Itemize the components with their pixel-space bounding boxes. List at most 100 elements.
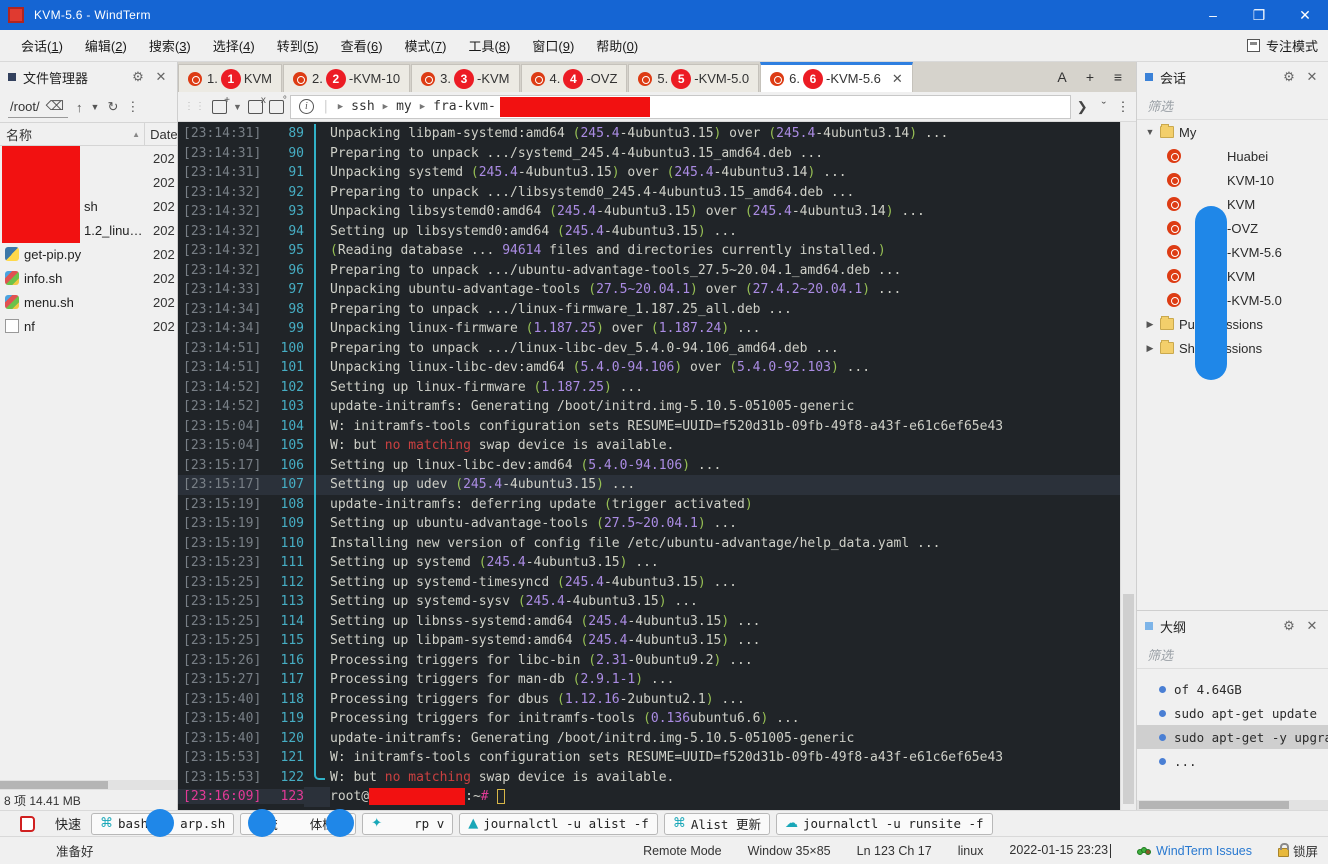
file-name: nf [0,314,148,338]
block-guide [304,300,330,320]
file-row[interactable]: nf202 [0,314,177,338]
outline-filter-input[interactable]: 筛选 [1137,641,1328,669]
tab-4[interactable]: 4.4-OVZ [521,64,628,92]
tab-1[interactable]: 1.1KVM [178,64,282,92]
close-tab-icon[interactable] [248,100,263,114]
redaction-block-red [500,97,650,117]
send-icon[interactable]: ❯ [1077,99,1088,115]
focus-mode-toggle[interactable]: 专注模式 [1247,36,1318,55]
menu-item-3[interactable]: 搜索(3) [138,36,202,55]
menu-item-2[interactable]: 编辑(2) [74,36,138,55]
maximize-button[interactable]: ❐ [1236,0,1282,30]
book-icon[interactable] [20,816,35,832]
file-row[interactable]: info.sh202 [0,266,177,290]
minimize-button[interactable]: – [1190,0,1236,30]
new-tab-icon[interactable] [212,100,227,114]
tab-5[interactable]: 5.5-KVM-5.0 [628,64,759,92]
quick-button-3[interactable]: ✦rp v [362,813,453,835]
menu-item-0[interactable]: 帮助(0) [585,36,649,55]
bug-icon [1137,846,1151,856]
gear-icon[interactable]: ⚙ [1281,618,1297,634]
expand-icon[interactable]: ˇ [1102,99,1106,114]
session-item[interactable]: -OVZ [1137,216,1328,240]
panel-close-icon[interactable]: ✕ [1304,618,1320,634]
status-item: Window 35×85 [748,844,831,858]
menu-item-1[interactable]: 会话(1) [10,36,74,55]
file-row[interactable]: get-pip.py202 [0,242,177,266]
chevron-down-icon[interactable]: ▼ [1145,127,1155,137]
chevron-right-icon[interactable]: ▶ [1145,343,1155,354]
session-item[interactable]: KVM-10 [1137,168,1328,192]
chevron-down-icon[interactable]: ▼ [91,102,100,112]
outline-hscrollbar[interactable] [1137,800,1328,810]
sessions-filter-input[interactable]: 筛选 [1137,92,1328,120]
menu-item-9[interactable]: 窗口(9) [521,36,585,55]
outline-item[interactable]: of 4.64GB [1137,677,1328,701]
outline-item[interactable]: sudo apt-get update [1137,701,1328,725]
refresh-icon[interactable]: ↻ [107,99,118,115]
menu-item-6[interactable]: 查看(6) [330,36,394,55]
session-item[interactable]: KVM [1137,264,1328,288]
tab-close-icon[interactable]: ✕ [892,71,903,87]
new-tab-button[interactable]: + [1078,69,1102,85]
duplicate-tab-icon[interactable] [269,100,284,114]
quick-button-5[interactable]: ⌘Alist 更新 [664,813,770,835]
tab-3[interactable]: 3.3-KVM [411,64,519,92]
breadcrumb-my[interactable]: my [396,99,412,114]
line-timestamp: [23:14:51] [178,341,264,356]
session-folder-my[interactable]: ▼My [1137,120,1328,144]
session-item[interactable]: -KVM-5.0 [1137,288,1328,312]
line-timestamp: [23:14:32] [178,204,264,219]
line-timestamp: [23:16:09] [178,789,264,804]
line-text: W: initramfs-tools configuration sets RE… [330,750,1003,765]
terminal-output[interactable]: [23:14:31]89Unpacking libpam-systemd:amd… [178,122,1120,810]
menu-item-8[interactable]: 工具(8) [457,36,521,55]
outline-item[interactable]: sudo apt-get -y upgrad [1137,725,1328,749]
info-icon[interactable]: i [299,99,314,114]
panel-close-icon[interactable]: ✕ [153,69,169,85]
status-item: Remote Mode [643,844,722,858]
line-timestamp: [23:15:25] [178,594,264,609]
line-timestamp: [23:14:31] [178,126,264,141]
menu-item-7[interactable]: 模式(7) [394,36,458,55]
file-panel-hscrollbar[interactable] [0,780,177,790]
tab-2[interactable]: 2.2-KVM-10 [283,64,410,92]
line-text: Setting up linux-firmware (1.187.25) ... [330,380,643,395]
windterm-issues-link[interactable]: WindTerm Issues [1137,844,1252,858]
column-header-name[interactable]: 名称 ▲ [0,123,145,145]
file-row[interactable]: menu.sh202 [0,290,177,314]
clear-path-icon[interactable]: ⌫ [46,98,64,114]
line-number: 109 [264,516,304,531]
panel-close-icon[interactable]: ✕ [1304,69,1320,85]
tab-menu-button[interactable]: ≡ [1106,69,1130,85]
session-item[interactable]: Huabei [1137,144,1328,168]
menu-item-5[interactable]: 转到(5) [266,36,330,55]
tab-6[interactable]: 6.6-KVM-5.6✕ [760,62,913,92]
quick-button-4[interactable]: ▲journalctl -u alist -f [459,813,658,835]
gear-icon[interactable]: ⚙ [130,69,146,85]
session-item[interactable]: KVM [1137,192,1328,216]
path-input[interactable]: /root/ ⌫ [8,96,68,118]
breadcrumb[interactable]: i | ▶ ssh ▶ my ▶ fra-kvm- [290,95,1071,119]
chevron-right-icon[interactable]: ▶ [1145,319,1155,330]
line-text: (Reading database ... 94614 files and di… [330,243,886,258]
outline-item[interactable]: ... [1137,749,1328,773]
gear-icon[interactable]: ⚙ [1281,69,1297,85]
menu-item-4[interactable]: 选择(4) [202,36,266,55]
tab-prefix: 4. [550,71,561,86]
session-folder[interactable]: ▶Putty sessions [1137,312,1328,336]
chevron-down-icon[interactable]: ▼ [233,102,242,112]
up-directory-icon[interactable]: ↑ [76,100,83,115]
close-button[interactable]: ✕ [1282,0,1328,30]
breadcrumb-host[interactable]: fra-kvm- [433,99,496,114]
session-item[interactable]: -KVM-5.6 [1137,240,1328,264]
session-folder[interactable]: ▶Shell sessions [1137,336,1328,360]
font-size-button[interactable]: A [1050,69,1074,85]
quick-button-6[interactable]: ☁journalctl -u runsite -f [776,813,993,835]
column-header-date[interactable]: Date [145,127,177,142]
terminal-vscrollbar[interactable] [1120,122,1136,810]
more-icon[interactable]: ⋮ [126,99,139,115]
breadcrumb-ssh[interactable]: ssh [351,99,374,114]
more-icon[interactable]: ⋮ [1116,99,1130,115]
lock-screen-button[interactable]: 锁屏 [1278,841,1318,860]
